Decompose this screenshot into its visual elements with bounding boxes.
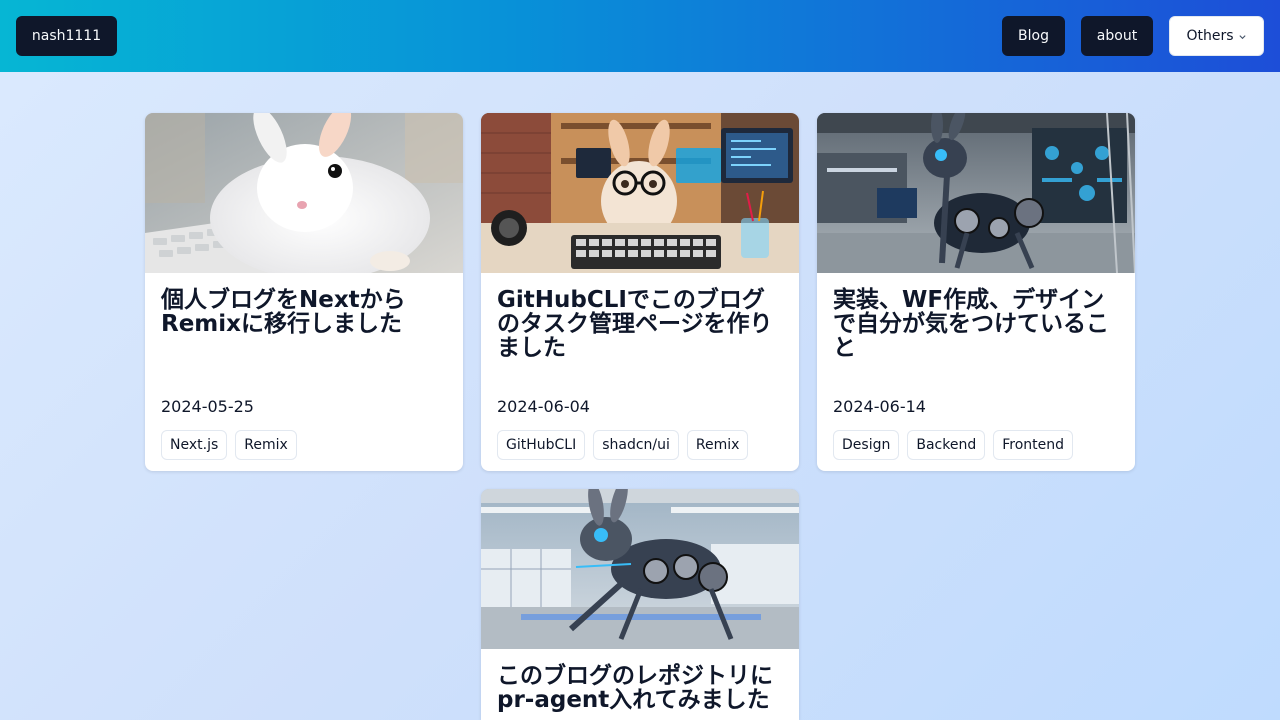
post-thumbnail-white-bunny [145,113,463,273]
tag-badge[interactable]: Next.js [161,430,228,460]
post-card[interactable]: 個人ブログをNextからRemixに移行しました 2024-05-25 Next… [145,113,463,471]
nav-blog-button[interactable]: Blog [1002,16,1065,56]
nav-others-dropdown[interactable]: Others [1169,16,1264,56]
post-tags: Next.js Remix [161,430,297,460]
chevron-down-icon [1238,34,1246,39]
post-card[interactable]: GitHubCLIでこのブログのタスク管理ページを作りました 2024-06-0… [481,113,799,471]
others-label: Others [1186,28,1234,44]
top-nav-bar: nash1111 Blog about Others [0,0,1280,72]
post-thumbnail-robot-rabbit [817,113,1135,273]
post-tags: Design Backend Frontend [833,430,1074,460]
tag-badge[interactable]: Backend [907,430,986,460]
post-date: 2024-06-04 [497,397,590,416]
brand-button[interactable]: nash1111 [16,16,117,56]
post-thumbnail-bunny-glasses [481,113,799,273]
nav-about-button[interactable]: about [1081,16,1153,56]
tag-badge[interactable]: Remix [686,430,749,460]
post-title[interactable]: このブログのレポジトリにpr-agent入れてみました [497,664,787,712]
post-card[interactable]: このブログのレポジトリにpr-agent入れてみました [481,489,799,720]
tag-badge[interactable]: shadcn/ui [593,430,679,460]
tag-badge[interactable]: Frontend [993,430,1074,460]
tag-badge[interactable]: Remix [235,430,297,460]
post-title[interactable]: 個人ブログをNextからRemixに移行しました [161,288,451,336]
tag-badge[interactable]: GitHubCLI [497,430,586,460]
post-thumbnail-robot-rabbit-leaping [481,489,799,649]
post-date: 2024-06-14 [833,397,926,416]
tag-badge[interactable]: Design [833,430,900,460]
post-card[interactable]: 実装、WF作成、デザインで自分が気をつけていること 2024-06-14 Des… [817,113,1135,471]
post-tags: GitHubCLI shadcn/ui Remix [497,430,749,460]
post-title[interactable]: 実装、WF作成、デザインで自分が気をつけていること [833,288,1123,360]
post-date: 2024-05-25 [161,397,254,416]
post-title[interactable]: GitHubCLIでこのブログのタスク管理ページを作りました [497,288,787,360]
